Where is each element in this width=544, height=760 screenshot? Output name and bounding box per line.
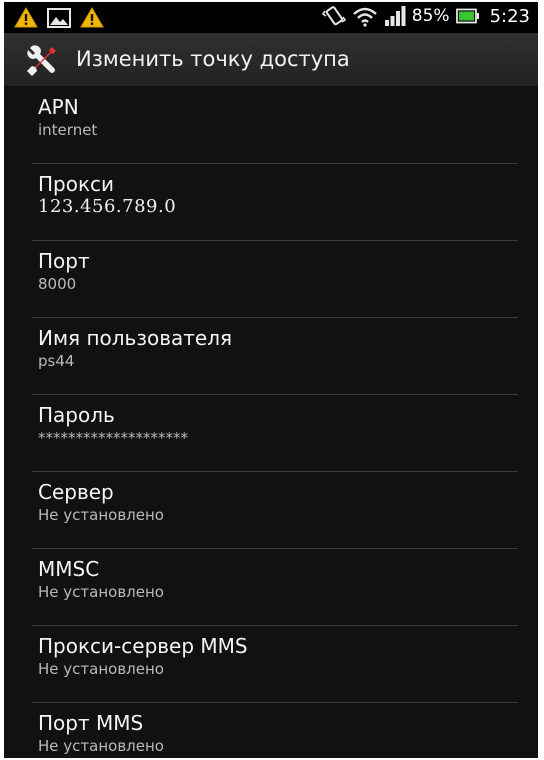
setting-value: ******************** [38, 429, 188, 447]
setting-value: 8000 [38, 275, 77, 293]
battery-percent: 85% [411, 6, 450, 26]
setting-username[interactable]: Имя пользователя ps44 [4, 318, 538, 395]
setting-value: Не установлено [38, 583, 164, 601]
setting-label: Порт [38, 249, 90, 273]
apn-settings-list: APN internet Прокси 123.456.789.0 Порт 8… [4, 87, 538, 758]
setting-value: ps44 [38, 352, 75, 370]
setting-proxy[interactable]: Прокси 123.456.789.0 [4, 164, 538, 241]
setting-mms-proxy[interactable]: Прокси-сервер MMS Не установлено [4, 626, 538, 703]
setting-label: Имя пользователя [38, 326, 233, 350]
setting-mms-port[interactable]: Порт MMS Не установлено [4, 703, 538, 758]
clock: 5:23 [489, 5, 530, 27]
setting-port[interactable]: Порт 8000 [4, 241, 538, 318]
screen: 85% 5:23 Изменить точку доступа APN inte… [4, 2, 538, 758]
setting-label: Пароль [38, 403, 115, 427]
page-title: Изменить точку доступа [76, 47, 350, 71]
setting-value: Не установлено [38, 737, 164, 755]
system-icons: 85% 5:23 [321, 5, 530, 27]
setting-label: Порт MMS [38, 711, 144, 735]
setting-server[interactable]: Сервер Не установлено [4, 472, 538, 549]
setting-label: Сервер [38, 480, 114, 504]
action-bar: Изменить точку доступа [4, 33, 538, 87]
warning-icon [80, 7, 104, 28]
setting-value: Не установлено [38, 506, 164, 524]
warning-icon [14, 7, 38, 28]
setting-label: APN [38, 95, 79, 119]
vibrate-icon [321, 6, 346, 26]
signal-icon [384, 6, 406, 26]
setting-value: 123.456.789.0 [38, 196, 177, 217]
setting-value: Не установлено [38, 660, 164, 678]
setting-label: Прокси-сервер MMS [38, 634, 248, 658]
notification-icons [14, 7, 104, 28]
setting-apn[interactable]: APN internet [4, 87, 538, 164]
wifi-icon [352, 7, 377, 27]
setting-value: internet [38, 121, 98, 139]
setting-label: Прокси [38, 172, 115, 196]
tools-icon[interactable] [24, 44, 58, 78]
battery-icon [455, 8, 479, 24]
image-icon [47, 7, 71, 28]
setting-password[interactable]: Пароль ******************** [4, 395, 538, 472]
setting-label: MMSC [38, 557, 100, 581]
setting-mmsc[interactable]: MMSC Не установлено [4, 549, 538, 626]
status-bar: 85% 5:23 [4, 2, 538, 33]
